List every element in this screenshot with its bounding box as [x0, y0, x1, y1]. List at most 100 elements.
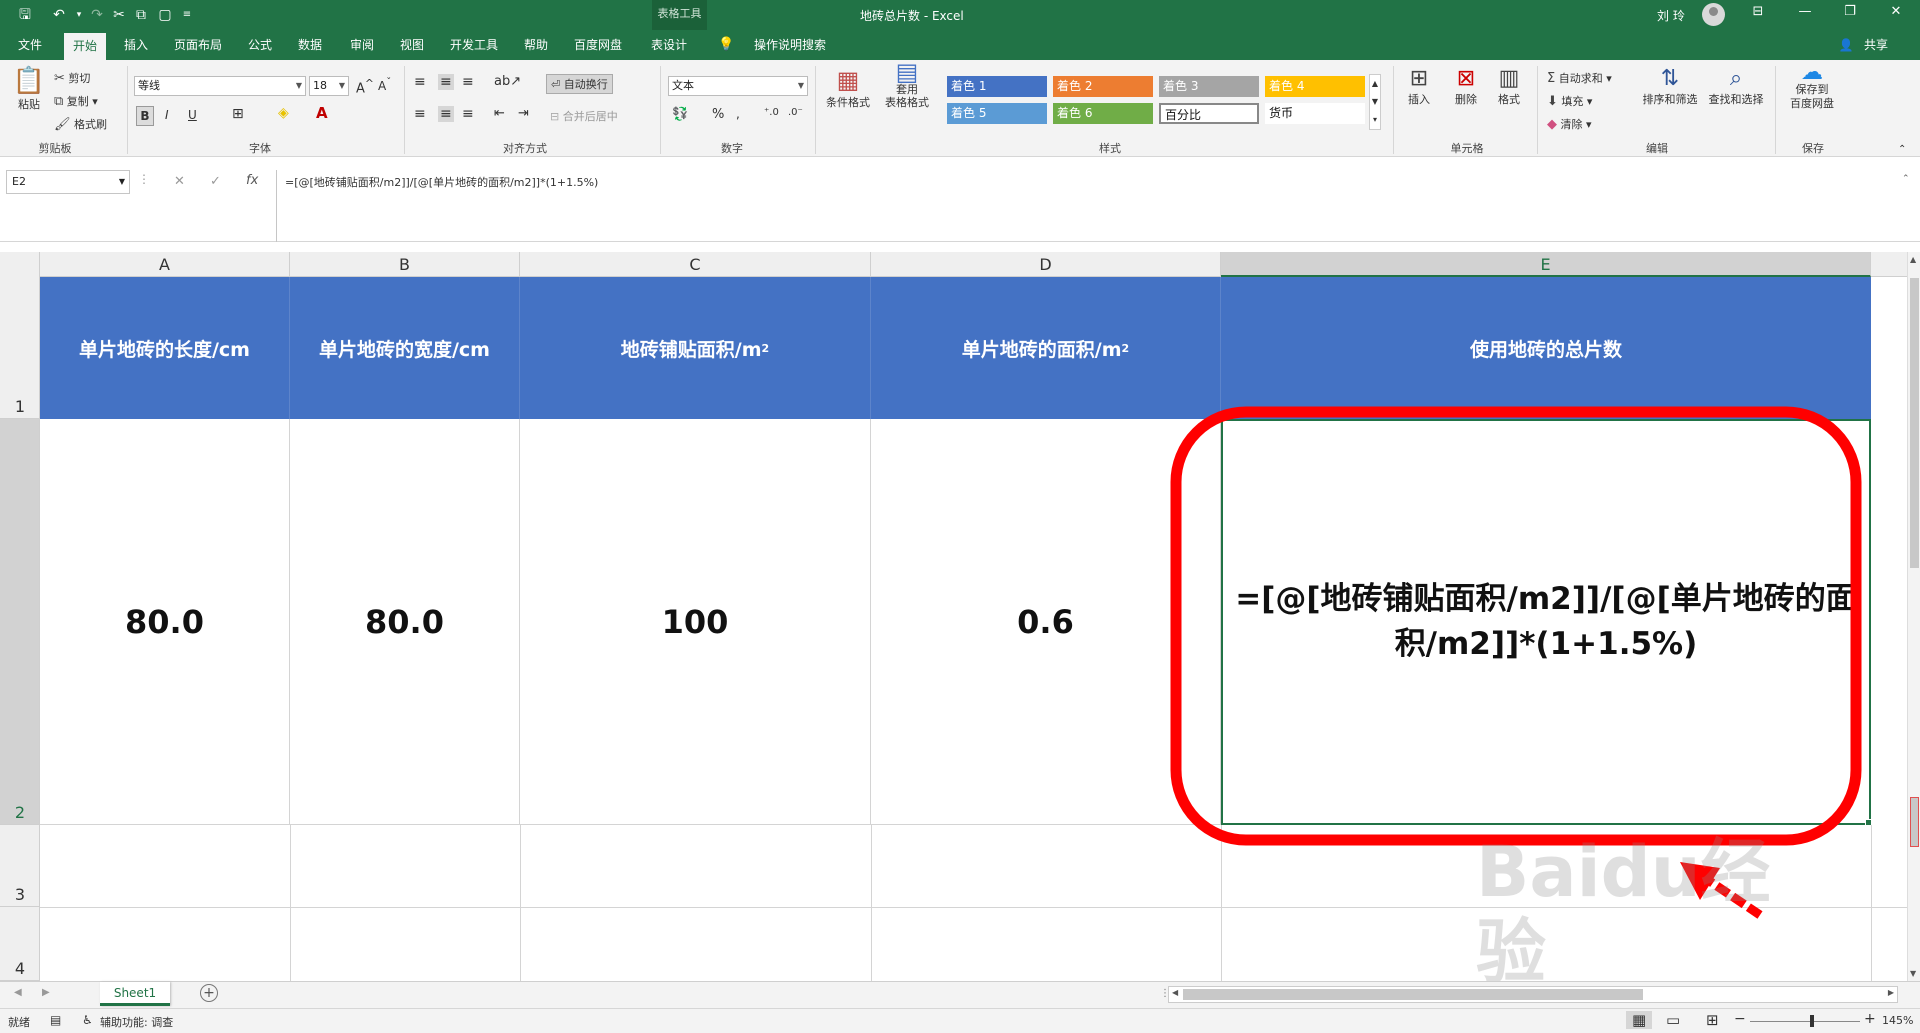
- undo-icon[interactable]: ↶: [48, 5, 70, 25]
- styles-scroll[interactable]: ▲ ▼ ▾: [1369, 74, 1381, 130]
- header-cell-c1[interactable]: 地砖铺贴面积/m 2: [520, 277, 871, 419]
- autosum-button[interactable]: Σ 自动求和 ▾: [1547, 70, 1612, 86]
- tab-file[interactable]: 文件: [10, 30, 50, 60]
- ribbon-display-icon[interactable]: ⊟: [1738, 4, 1778, 19]
- accessibility-status[interactable]: 辅助功能: 调查: [100, 1014, 173, 1030]
- scroll-left-icon[interactable]: ◀: [1172, 988, 1178, 997]
- cell-a2[interactable]: 80.0: [40, 419, 290, 825]
- underline-button[interactable]: U: [188, 108, 197, 122]
- save-icon[interactable]: 🖫: [14, 5, 36, 25]
- indent-decrease-icon[interactable]: ⇤: [494, 106, 505, 121]
- border-icon[interactable]: ⊞: [232, 106, 244, 122]
- zoom-in-icon[interactable]: +: [1864, 1011, 1876, 1027]
- cut-button[interactable]: ✂ 剪切: [54, 70, 90, 86]
- tab-view[interactable]: 视图: [394, 30, 430, 60]
- italic-button[interactable]: I: [165, 108, 169, 122]
- insert-function-icon[interactable]: fx: [246, 173, 258, 188]
- zoom-out-icon[interactable]: −: [1734, 1011, 1746, 1027]
- tab-insert[interactable]: 插入: [118, 30, 154, 60]
- copy-button[interactable]: ⧉ 复制 ▾: [54, 93, 98, 109]
- tab-review[interactable]: 审阅: [344, 30, 380, 60]
- formula-options-icon[interactable]: ⋮: [138, 172, 150, 186]
- column-header-e[interactable]: E: [1221, 252, 1871, 277]
- header-cell-d1[interactable]: 单片地砖的面积/m 2: [871, 277, 1221, 419]
- find-select-button[interactable]: ⌕ 查找和选择: [1706, 66, 1766, 107]
- decrease-font-icon[interactable]: Aˇ: [378, 77, 391, 93]
- style-accent1[interactable]: 着色 1: [947, 76, 1047, 97]
- formula-input[interactable]: =[@[地砖铺贴面积/m2]]/[@[单片地砖的面积/m2]]*(1+1.5%): [276, 170, 1913, 242]
- new-doc-icon[interactable]: ▢: [154, 5, 176, 25]
- fill-color-icon[interactable]: ◈: [278, 105, 289, 121]
- tell-me-search[interactable]: 操作说明搜索: [740, 30, 840, 60]
- tab-page-layout[interactable]: 页面布局: [168, 30, 228, 60]
- tab-baidu-netdisk[interactable]: 百度网盘: [568, 30, 628, 60]
- user-name[interactable]: 刘 玲: [1657, 7, 1685, 24]
- normal-view-icon[interactable]: ▦: [1626, 1011, 1653, 1029]
- close-icon[interactable]: ✕: [1876, 4, 1916, 19]
- number-format-select[interactable]: 文本 ▼: [668, 76, 808, 96]
- orientation-icon[interactable]: ab↗: [494, 74, 521, 89]
- cell-b2[interactable]: 80.0: [290, 419, 520, 825]
- increase-decimal-icon[interactable]: ⁺.0: [764, 107, 779, 118]
- minimize-icon[interactable]: —: [1785, 4, 1825, 19]
- scroll-down-icon[interactable]: ▼: [1910, 969, 1916, 978]
- select-all-corner[interactable]: [0, 252, 40, 277]
- zoom-level[interactable]: 145%: [1882, 1014, 1913, 1027]
- format-as-table-button[interactable]: ▤ 套用 表格格式: [878, 60, 936, 109]
- tab-home[interactable]: 开始: [64, 33, 106, 60]
- scroll-thumb[interactable]: [1910, 278, 1919, 568]
- horizontal-scrollbar[interactable]: ◀ ▶: [1168, 986, 1898, 1003]
- share-button[interactable]: 共享: [1856, 30, 1896, 60]
- scroll-right-icon[interactable]: ▶: [1888, 988, 1894, 997]
- macro-record-icon[interactable]: ▤: [50, 1013, 61, 1027]
- align-top-icon[interactable]: ≡: [414, 74, 426, 90]
- align-middle-icon[interactable]: ≡: [438, 74, 454, 90]
- copy-qa-icon[interactable]: ⧉: [130, 5, 152, 25]
- align-left-icon[interactable]: ≡: [414, 106, 426, 122]
- style-accent4[interactable]: 着色 4: [1265, 76, 1365, 97]
- name-box[interactable]: E2 ▼: [6, 170, 130, 194]
- page-break-view-icon[interactable]: ⊞: [1706, 1011, 1719, 1029]
- confirm-formula-icon[interactable]: ✓: [210, 174, 221, 189]
- page-layout-view-icon[interactable]: ▭: [1666, 1011, 1680, 1029]
- indent-increase-icon[interactable]: ⇥: [518, 106, 529, 121]
- sheet-tab-sheet1[interactable]: Sheet1: [100, 982, 170, 1006]
- add-sheet-icon[interactable]: +: [200, 984, 218, 1002]
- row-header-2[interactable]: 2: [0, 419, 40, 825]
- delete-cells-button[interactable]: ⊠ 删除: [1447, 66, 1485, 107]
- style-accent3[interactable]: 着色 3: [1159, 76, 1259, 97]
- vertical-scrollbar[interactable]: ▲ ▼: [1907, 252, 1920, 981]
- align-right-icon[interactable]: ≡: [462, 106, 474, 122]
- row-header-4[interactable]: 4: [0, 907, 40, 981]
- column-header-a[interactable]: A: [40, 252, 290, 277]
- style-currency[interactable]: 货币: [1265, 103, 1365, 124]
- font-name-select[interactable]: 等线 ▼: [134, 76, 306, 96]
- clear-button[interactable]: ◆ 清除 ▾: [1547, 116, 1592, 132]
- sort-filter-button[interactable]: ⇅ 排序和筛选: [1640, 66, 1700, 107]
- scroll-up-icon[interactable]: ▲: [1910, 255, 1916, 264]
- header-cell-b1[interactable]: 单片地砖的宽度/cm: [290, 277, 520, 419]
- conditional-format-button[interactable]: ▦ 条件格式: [824, 66, 872, 110]
- comma-style-icon[interactable]: ,: [736, 107, 740, 121]
- column-header-c[interactable]: C: [520, 252, 871, 277]
- avatar[interactable]: [1702, 3, 1725, 26]
- zoom-slider[interactable]: [1750, 1021, 1860, 1022]
- row-header-3[interactable]: 3: [0, 825, 40, 907]
- tab-formulas[interactable]: 公式: [242, 30, 278, 60]
- format-painter-button[interactable]: 🖌 格式刷: [54, 116, 107, 132]
- tab-data[interactable]: 数据: [292, 30, 328, 60]
- fill-button[interactable]: ⬇ 填充 ▾: [1547, 93, 1592, 109]
- column-header-d[interactable]: D: [871, 252, 1221, 277]
- expand-formula-icon[interactable]: ⌃: [1902, 174, 1910, 184]
- customize-qa-icon[interactable]: ≡: [176, 5, 198, 25]
- insert-cells-button[interactable]: ⊞ 插入: [1400, 66, 1438, 107]
- cancel-formula-icon[interactable]: ✕: [174, 174, 185, 189]
- maximize-icon[interactable]: ❐: [1830, 4, 1870, 19]
- collapse-ribbon-icon[interactable]: ⌃: [1898, 144, 1906, 155]
- tab-table-design[interactable]: 表设计: [644, 30, 694, 60]
- tab-help[interactable]: 帮助: [518, 30, 554, 60]
- decrease-decimal-icon[interactable]: .0⁻: [788, 107, 803, 118]
- font-color-icon[interactable]: A: [316, 104, 328, 122]
- style-percent[interactable]: 百分比: [1159, 103, 1259, 124]
- font-size-select[interactable]: 18 ▼: [309, 76, 349, 96]
